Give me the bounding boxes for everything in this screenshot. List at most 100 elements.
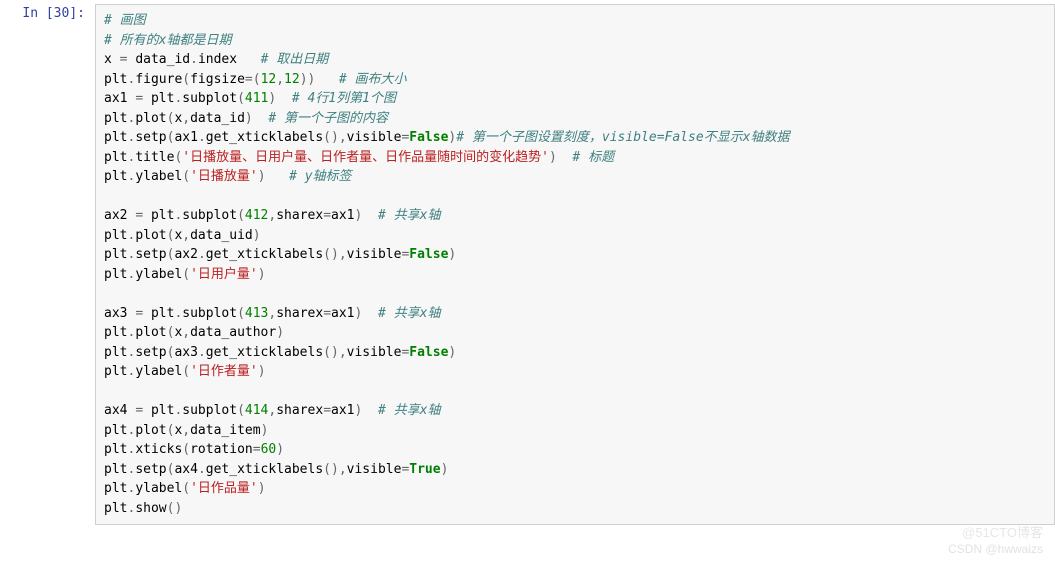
code-token-num: 60 — [261, 442, 277, 457]
code-input-area[interactable]: # 画图 # 所有的x轴都是日期 x = data_id.index # 取出日… — [95, 4, 1055, 525]
code-token-kw: False — [409, 130, 448, 145]
code-token-op: , — [182, 111, 190, 126]
code-token-n: plot — [135, 228, 166, 243]
code-token-c: # 4行1列第1个图 — [292, 91, 396, 106]
code-token-op: (), — [323, 345, 346, 360]
code-token-op: ) — [276, 325, 284, 340]
code-token-op: , — [276, 72, 284, 87]
code-token-op: ) — [258, 481, 266, 496]
code-token-num: 12 — [284, 72, 300, 87]
code-token-num: 414 — [245, 403, 268, 418]
code-token-n: setp — [135, 130, 166, 145]
code-token-c: # 共享x轴 — [378, 306, 440, 321]
code-token-op: . — [198, 345, 206, 360]
code-token-op: = — [323, 403, 331, 418]
code-token-str: '日作品量' — [190, 481, 258, 496]
code-token-op: . — [190, 52, 198, 67]
code-token-op: = — [253, 442, 261, 457]
code-token-op: ) — [448, 247, 456, 262]
code-token-n: plot — [135, 325, 166, 340]
code-comment: # 所有的x轴都是日期 — [104, 33, 231, 48]
code-token-n: plt — [104, 364, 127, 379]
code-token-c: # 共享x轴 — [378, 403, 440, 418]
code-token-op: ) — [258, 267, 266, 282]
code-token-num: 12 — [261, 72, 277, 87]
code-token-n: data_id — [190, 111, 245, 126]
code-token-n: plt — [104, 481, 127, 496]
code-token-op: ) — [245, 111, 268, 126]
code-token-n: get_xticklabels — [206, 130, 323, 145]
code-token-op: ) — [441, 462, 449, 477]
code-token-op: ) — [549, 150, 572, 165]
code-token-op: ( — [182, 364, 190, 379]
code-token-op: =( — [245, 72, 261, 87]
code-token-op: (), — [323, 130, 346, 145]
code-token-n: x — [104, 52, 120, 67]
code-token-n: setp — [135, 345, 166, 360]
code-token-n: plt — [151, 306, 174, 321]
code-token-op: ) — [355, 403, 378, 418]
code-token-op: . — [198, 130, 206, 145]
code-token-op: ) — [261, 423, 269, 438]
code-token-c: # 共享x轴 — [378, 208, 440, 223]
code-token-n: sharex — [276, 306, 323, 321]
code-token-n: ylabel — [135, 481, 182, 496]
code-token-c: # y轴标签 — [289, 169, 351, 184]
code-token-kw: True — [409, 462, 440, 477]
code-token-op: ( — [237, 403, 245, 418]
code-token-n: plt — [151, 208, 174, 223]
code-token-n: show — [135, 501, 166, 516]
code-token-n: plt — [104, 345, 127, 360]
code-token-n: figsize — [190, 72, 245, 87]
code-token-op: ) — [276, 442, 284, 457]
code-token-op: . — [198, 247, 206, 262]
code-token-op: ( — [182, 72, 190, 87]
code-token-n: plot — [135, 111, 166, 126]
watermark-csdn: CSDN @hwwaizs — [948, 540, 1043, 558]
code-token-n: data_id — [135, 52, 190, 67]
code-token-n: figure — [135, 72, 182, 87]
code-token-n: rotation — [190, 442, 253, 457]
code-token-n: ax1 — [331, 403, 354, 418]
code-token-n: setp — [135, 247, 166, 262]
code-content[interactable]: # 画图 # 所有的x轴都是日期 x = data_id.index # 取出日… — [104, 11, 1046, 518]
code-token-n: ax2 — [174, 247, 197, 262]
code-token-n: ax3 — [104, 306, 135, 321]
code-token-op: ( — [182, 481, 190, 496]
code-token-num: 412 — [245, 208, 268, 223]
code-token-n: subplot — [182, 208, 237, 223]
code-token-n: plt — [104, 130, 127, 145]
code-token-op: ) — [258, 364, 266, 379]
code-token-op: = — [135, 208, 151, 223]
code-token-op: ) — [355, 306, 378, 321]
code-token-n: data_author — [190, 325, 276, 340]
code-token-op: ( — [237, 306, 245, 321]
code-token-n: sharex — [276, 403, 323, 418]
code-token-n: data_item — [190, 423, 260, 438]
code-token-n: xticks — [135, 442, 182, 457]
code-token-n: visible — [347, 130, 402, 145]
code-token-c: # 第一个子图设置刻度，visible=False不显示x轴数据 — [456, 130, 789, 145]
code-token-n: setp — [135, 462, 166, 477]
code-token-op: = — [135, 403, 151, 418]
code-token-n: plt — [104, 462, 127, 477]
code-token-n: index — [198, 52, 261, 67]
code-token-n: ylabel — [135, 267, 182, 282]
code-token-n: data_uid — [190, 228, 253, 243]
code-token-op: ) — [258, 169, 289, 184]
code-token-op: ) — [448, 345, 456, 360]
code-token-n: plt — [151, 91, 174, 106]
code-token-c: # 第一个子图的内容 — [268, 111, 388, 126]
code-token-n: plot — [135, 423, 166, 438]
code-token-n: visible — [347, 345, 402, 360]
code-token-n: get_xticklabels — [206, 247, 323, 262]
code-token-op: = — [135, 91, 151, 106]
code-token-n: plt — [104, 247, 127, 262]
code-token-n: plt — [104, 111, 127, 126]
code-token-n: ax1 — [174, 130, 197, 145]
code-token-c: # 取出日期 — [261, 52, 329, 67]
code-token-op: () — [167, 501, 183, 516]
code-token-n: ax1 — [104, 91, 135, 106]
code-token-op: ( — [237, 208, 245, 223]
code-token-n: get_xticklabels — [206, 345, 323, 360]
